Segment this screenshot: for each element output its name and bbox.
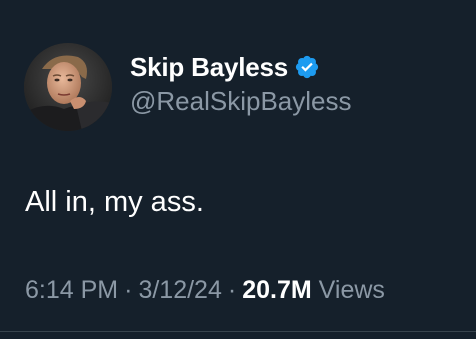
display-name[interactable]: Skip Bayless [130,52,288,83]
views-label[interactable]: Views [319,276,385,305]
tweet-date[interactable]: 3/12/24 [138,276,221,305]
tweet-time[interactable]: 6:14 PM [25,276,118,305]
tweet-card: Skip Bayless @RealSkipBayless All in, my… [0,0,476,339]
tweet-meta: 6:14 PM · 3/12/24 · 20.7M Views [25,276,385,305]
separator: · [124,276,133,304]
author-name-row: Skip Bayless [130,50,320,84]
divider [0,331,476,332]
avatar[interactable] [24,43,112,131]
separator: · [227,276,237,304]
author-handle[interactable]: @RealSkipBayless [130,86,351,117]
avatar-photo [24,43,112,131]
tweet-text: All in, my ass. [25,186,204,218]
verified-badge-icon [294,54,320,80]
views-count[interactable]: 20.7M [242,276,311,305]
